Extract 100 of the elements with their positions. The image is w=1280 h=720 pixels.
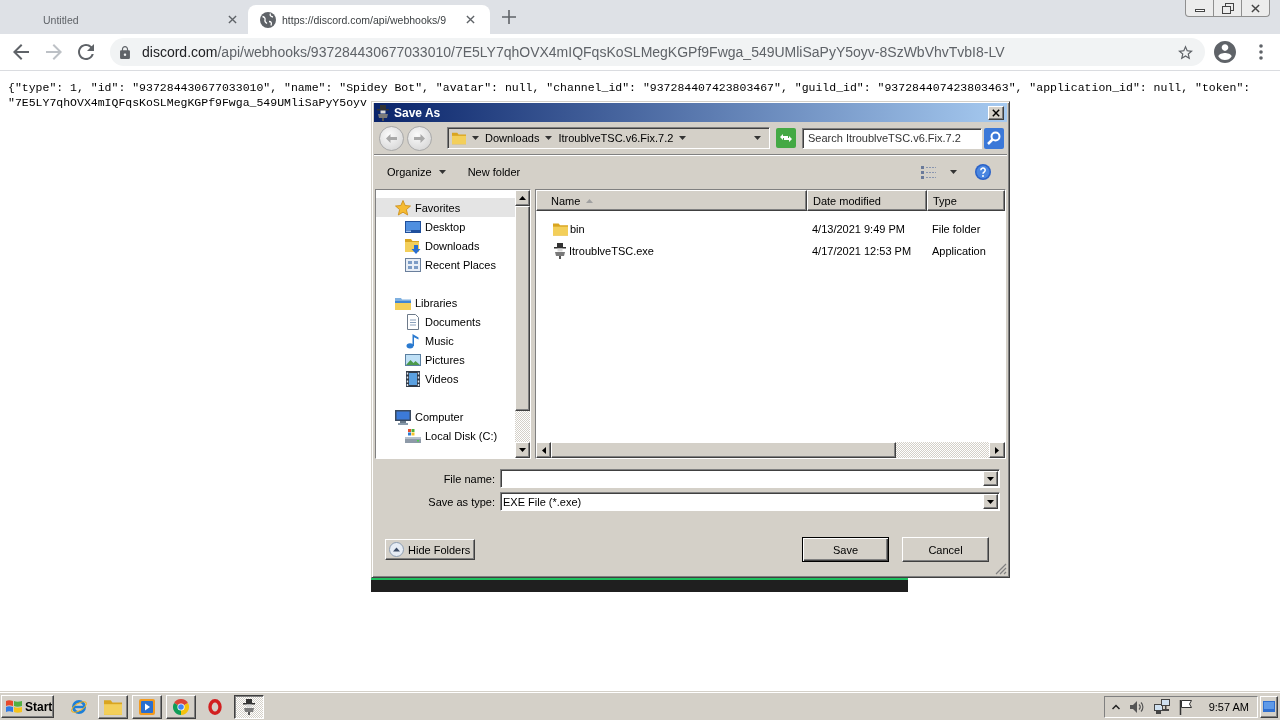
vertical-scrollbar[interactable] — [515, 190, 530, 458]
dialog-title: Save As — [394, 105, 441, 120]
star-icon — [1178, 44, 1193, 60]
view-button[interactable] — [919, 163, 938, 181]
breadcrumb-item[interactable]: Downloads — [485, 132, 540, 144]
dropdown-button[interactable] — [983, 471, 998, 486]
tree-item[interactable]: Downloads — [376, 236, 515, 255]
speaker-icon — [1128, 699, 1145, 714]
resize-grip-icon[interactable] — [995, 563, 1007, 575]
chevron-up-icon — [1111, 703, 1120, 710]
column-header[interactable]: Date modified — [807, 190, 927, 211]
tree-item[interactable]: Libraries — [376, 293, 515, 312]
disk-drive-icon — [405, 427, 421, 444]
tree-item[interactable]: Recent Places — [376, 255, 515, 274]
tree-item[interactable]: Videos — [376, 369, 515, 388]
file-name-field[interactable] — [500, 469, 1000, 488]
refresh-button[interactable] — [776, 128, 796, 148]
show-hidden-icons-button[interactable] — [1111, 703, 1120, 710]
hide-folders-button[interactable]: Hide Folders — [385, 539, 476, 560]
volume-button[interactable] — [1128, 699, 1145, 714]
field-label: File name: — [443, 472, 495, 485]
close-icon — [1251, 3, 1260, 13]
scroll-right-button[interactable] — [989, 442, 1005, 458]
network-button[interactable] — [1153, 698, 1170, 715]
path-bar[interactable]: Downloads ItroublveTSC.v6.Fix.7.2 — [447, 127, 770, 149]
close-icon — [992, 108, 1000, 117]
left-arrow-icon — [541, 446, 546, 454]
dropdown-button[interactable] — [983, 494, 998, 509]
search-field[interactable]: Search ItroublveTSC.v6.Fix.7.2 — [802, 127, 982, 149]
view-dropdown-button[interactable] — [948, 168, 959, 176]
tree-item[interactable]: Documents — [376, 312, 515, 331]
new-tab-button[interactable] — [500, 8, 518, 26]
command-button[interactable]: Organize — [382, 163, 451, 181]
address-field[interactable]: discord.com/api/webhooks/937284430677033010/7E5LY7qhOVX4mIQFqsKoSLMegKGPf9Fwga_549UMliSaPyY5oyv-8SzWbVhvTvbI8-LV — [110, 38, 1205, 66]
browser-logo-icon — [70, 697, 88, 716]
tree-item[interactable]: Favorites — [376, 198, 515, 217]
horizontal-scrollbar[interactable] — [536, 442, 1005, 458]
close-button[interactable] — [988, 105, 1004, 120]
desktop-icon — [405, 218, 421, 235]
file-item[interactable]: ItroublveTSC.exe — [553, 243, 654, 259]
start-button[interactable]: Start — [1, 695, 54, 718]
show-desktop-button[interactable] — [1260, 695, 1278, 718]
dialog-button[interactable]: Save — [802, 537, 889, 562]
json-text: "7E5LY7qhOVX4mIQFqsKoSLMegKGPf9Fwga_549UMliSaPyY5oyv — [8, 95, 367, 110]
play-icon — [139, 698, 155, 715]
scrollbar-thumb[interactable] — [551, 442, 896, 458]
column-header[interactable]: Name — [536, 190, 807, 211]
profile-button[interactable] — [1211, 38, 1239, 66]
flag-icon — [1178, 698, 1193, 715]
up-arrow-icon — [519, 196, 526, 200]
bookmark-button[interactable] — [1178, 44, 1193, 60]
search-icon — [984, 127, 1004, 149]
scroll-down-button[interactable] — [515, 442, 530, 458]
file-type-field[interactable]: EXE File (*.exe) — [500, 492, 1000, 511]
flag-button[interactable] — [1178, 698, 1193, 715]
folder-icon — [452, 131, 466, 145]
star-icon — [395, 199, 411, 216]
account-icon — [1214, 41, 1236, 63]
close-icon — [227, 15, 237, 24]
picture-icon — [405, 351, 421, 368]
document-icon — [405, 313, 421, 330]
browser-tab[interactable]: Untitled — [0, 5, 248, 34]
scroll-up-button[interactable] — [515, 190, 530, 206]
search-button[interactable] — [984, 127, 1004, 149]
clock[interactable]: 9:57 AM — [1208, 700, 1249, 713]
back-arrow-icon — [13, 44, 29, 60]
restore-button[interactable] — [1213, 0, 1242, 17]
caret-icon — [987, 499, 994, 504]
tree-item[interactable]: Computer — [376, 407, 515, 426]
tree-item[interactable]: Local Disk (C:) — [376, 426, 515, 445]
tree-item[interactable]: Music — [376, 331, 515, 350]
minimize-button[interactable] — [1185, 0, 1214, 17]
hat-figure-icon — [553, 243, 567, 259]
json-text: {"type": 1, "id": "937284430677033010", "name": "Spidey Bot", "avatar": null, "channel_id": "937284407423803467", "guild_id": "937284407423803463", "application_id": null, "token": — [8, 80, 1251, 95]
close-window-button[interactable] — [1241, 0, 1270, 17]
hat-figure-icon — [242, 698, 256, 715]
history-dropdown-button[interactable] — [752, 134, 763, 142]
caret-icon — [987, 476, 994, 481]
caret-icon — [438, 170, 446, 174]
dialog-button[interactable]: Cancel — [902, 537, 989, 562]
right-arrow-icon — [995, 446, 999, 454]
round-logo-icon — [173, 698, 189, 715]
file-item[interactable]: bin — [553, 222, 585, 236]
scrollbar-thumb[interactable] — [515, 206, 530, 411]
tree-item[interactable]: Pictures — [376, 350, 515, 369]
command-button[interactable]: New folder — [462, 163, 526, 181]
help-button[interactable] — [973, 162, 993, 182]
file-date: 4/17/2021 12:53 PM — [811, 245, 913, 257]
taskbar-button[interactable] — [234, 694, 264, 719]
folder-icon — [104, 698, 122, 715]
up-arrow-circle-icon — [389, 542, 404, 557]
column-header[interactable]: Type — [927, 190, 1005, 211]
back-arrow-icon — [386, 133, 397, 143]
reload-icon — [78, 44, 94, 60]
breadcrumb-item[interactable]: ItroublveTSC.v6.Fix.7.2 — [558, 132, 674, 144]
browser-tab[interactable]: https://discord.com/api/webhooks/9 — [248, 5, 490, 34]
caret-icon — [679, 136, 687, 140]
restore-icon — [1221, 2, 1234, 14]
tree-item[interactable]: Desktop — [376, 217, 515, 236]
scroll-left-button[interactable] — [536, 442, 551, 458]
